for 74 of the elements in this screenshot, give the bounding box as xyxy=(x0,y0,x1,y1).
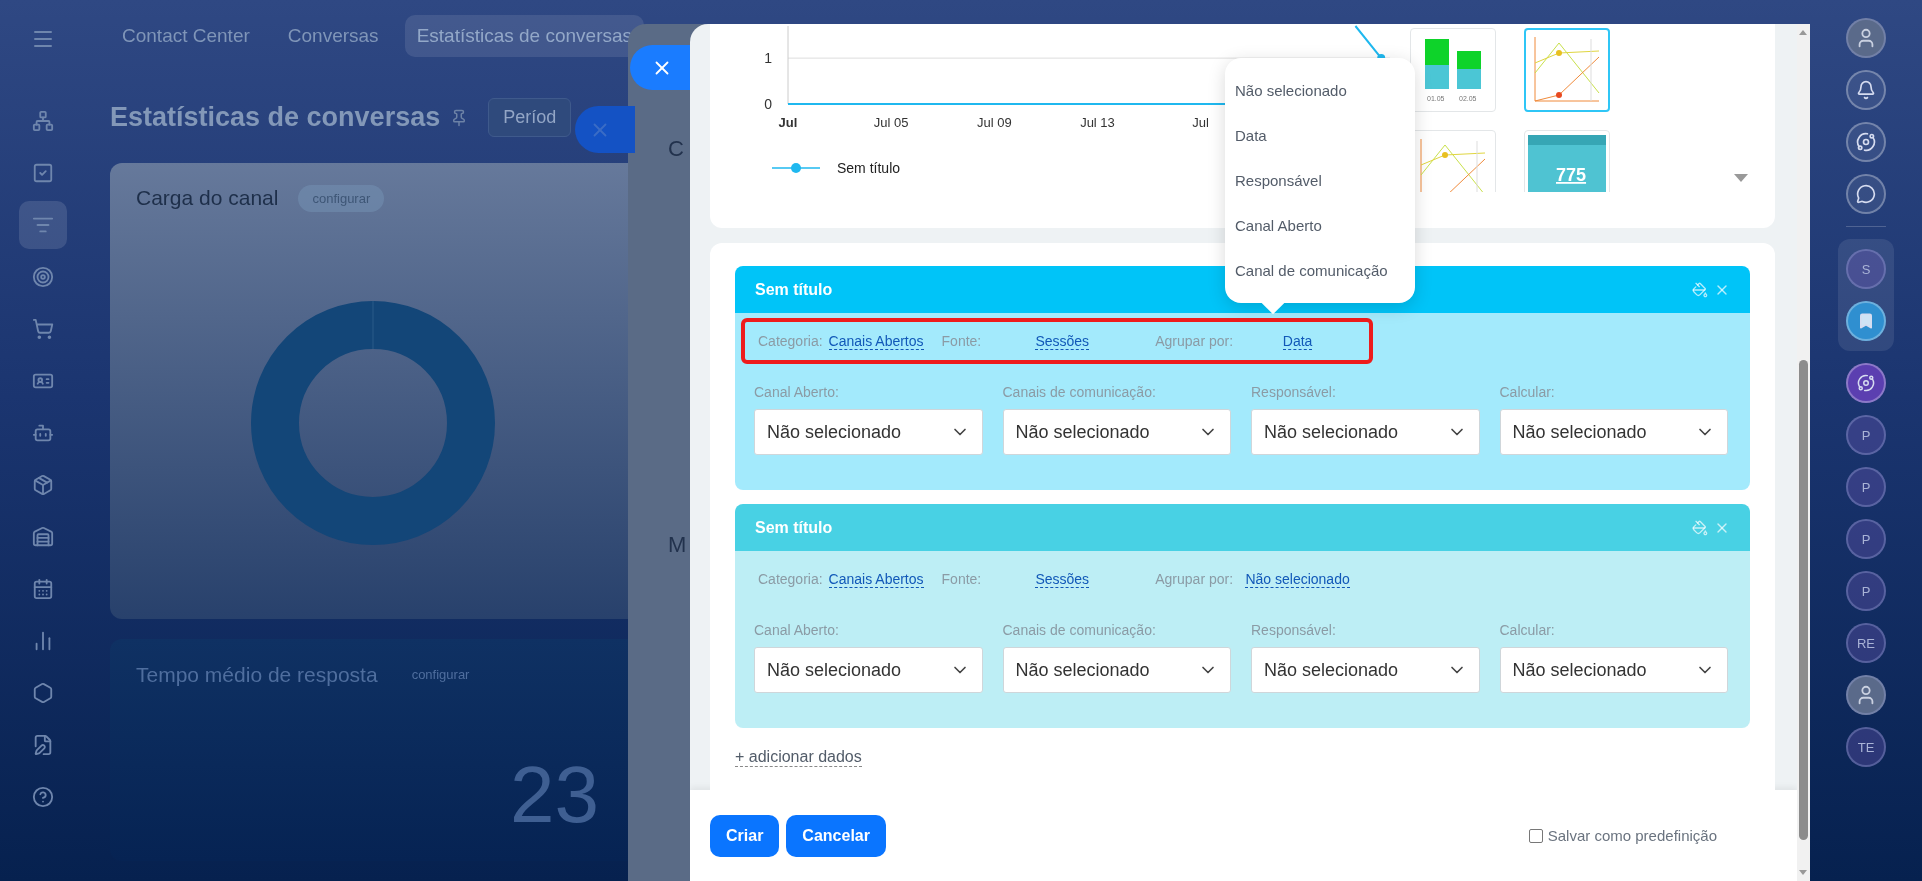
field-link[interactable]: Sessões xyxy=(1035,570,1090,588)
dataset-title: Sem título xyxy=(755,280,834,299)
select-label: Canal Aberto: xyxy=(754,384,840,400)
select-label: Calcular: xyxy=(1499,622,1556,638)
add-data-link[interactable]: + adicionar dados xyxy=(735,748,862,767)
select-field[interactable]: Não selecionado xyxy=(1499,647,1728,693)
user-avatar[interactable]: P xyxy=(1846,571,1886,611)
field-label: Categoria: xyxy=(758,333,823,349)
period-button[interactable]: Períod xyxy=(488,98,572,138)
user-avatar[interactable]: P xyxy=(1846,467,1886,507)
menu-item[interactable]: Canal de comunicação xyxy=(1225,248,1415,293)
select-label: Calcular: xyxy=(1499,384,1556,400)
axis-tick-label: 1 xyxy=(764,50,772,67)
select-field[interactable]: Não selecionado xyxy=(1002,647,1231,693)
select-field[interactable]: Não selecionado xyxy=(1251,409,1480,455)
user-avatar[interactable]: P xyxy=(1846,415,1886,455)
field-link[interactable]: Canais Abertos xyxy=(828,570,924,588)
filter-icon[interactable] xyxy=(18,201,67,249)
axis-tick-label: 0 xyxy=(764,96,772,112)
user-avatar[interactable]: RE xyxy=(1846,623,1886,663)
axis-tick-label: Jul 05 xyxy=(873,115,909,130)
avatar[interactable] xyxy=(1846,18,1886,58)
widget-title: Carga do canal xyxy=(136,186,279,211)
menu-item[interactable]: Data xyxy=(1225,113,1415,158)
legend-marker-icon xyxy=(771,163,821,173)
select-label: Responsável: xyxy=(1251,622,1337,638)
select-field[interactable]: Não selecionado xyxy=(1251,647,1480,693)
select-field[interactable]: Não selecionado xyxy=(754,409,983,455)
action-button[interactable]: Criar xyxy=(710,814,780,857)
field-label: Agrupar por: xyxy=(1155,333,1234,349)
bookmark-icon[interactable] xyxy=(1846,301,1886,341)
dataset-title: Sem título xyxy=(755,518,834,537)
action-button[interactable]: Cancelar xyxy=(786,814,886,857)
field-label: Categoria: xyxy=(758,571,823,587)
field-label: Fonte: xyxy=(941,333,982,349)
field-link[interactable]: Canais Abertos xyxy=(828,332,924,350)
axis-tick-label: Jul xyxy=(1192,115,1209,130)
checkbox-label: Salvar como predefinição xyxy=(1547,827,1717,844)
field-label: Fonte: xyxy=(941,571,982,587)
page-title: Estatísticas de conversas xyxy=(110,102,441,134)
widget-title: Tempo médio de resposta xyxy=(136,662,378,687)
select-label: Canais de comunicação: xyxy=(1002,622,1157,638)
metric-value: 23 xyxy=(510,749,599,842)
checkbox[interactable] xyxy=(1528,828,1543,843)
select-field[interactable]: Não selecionado xyxy=(754,647,983,693)
chat-icon[interactable] xyxy=(1846,174,1886,214)
user-avatar[interactable]: S xyxy=(1846,249,1886,289)
nav-tab[interactable]: Estatísticas de conversas xyxy=(404,15,645,58)
scroll-down-icon[interactable] xyxy=(1734,174,1748,182)
select-label: Responsável: xyxy=(1251,384,1337,400)
select-field[interactable]: Não selecionado xyxy=(1499,409,1728,455)
menu-item[interactable]: Responsável xyxy=(1225,158,1415,203)
user-avatar[interactable]: TE xyxy=(1846,727,1886,767)
field-label: Agrupar por: xyxy=(1155,571,1234,587)
axis-tick-label: Jul 13 xyxy=(1080,115,1115,130)
field-link[interactable]: Data xyxy=(1282,332,1313,350)
field-link[interactable]: Sessões xyxy=(1035,332,1090,350)
bell-icon[interactable] xyxy=(1846,70,1886,110)
panel-text: C xyxy=(668,136,685,162)
menu-item[interactable]: Canal Aberto xyxy=(1225,203,1415,248)
axis-tick-label: Jul xyxy=(778,115,798,130)
user-avatar[interactable]: P xyxy=(1846,519,1886,559)
select-field[interactable]: Não selecionado xyxy=(1002,409,1231,455)
avatar[interactable] xyxy=(1846,675,1886,715)
logo-icon[interactable] xyxy=(1846,363,1886,403)
nav-tab[interactable]: Contact Center xyxy=(110,15,262,58)
nav-tab[interactable]: Conversas xyxy=(275,15,391,58)
legend-label: Sem título xyxy=(837,160,901,176)
orbit-icon[interactable] xyxy=(1846,122,1886,162)
panel-text: M xyxy=(668,532,688,558)
axis-tick-label: Jul 09 xyxy=(977,115,1012,130)
select-label: Canal Aberto: xyxy=(754,622,840,638)
field-link[interactable]: Não selecionado xyxy=(1245,570,1350,588)
select-label: Canais de comunicação: xyxy=(1002,384,1157,400)
